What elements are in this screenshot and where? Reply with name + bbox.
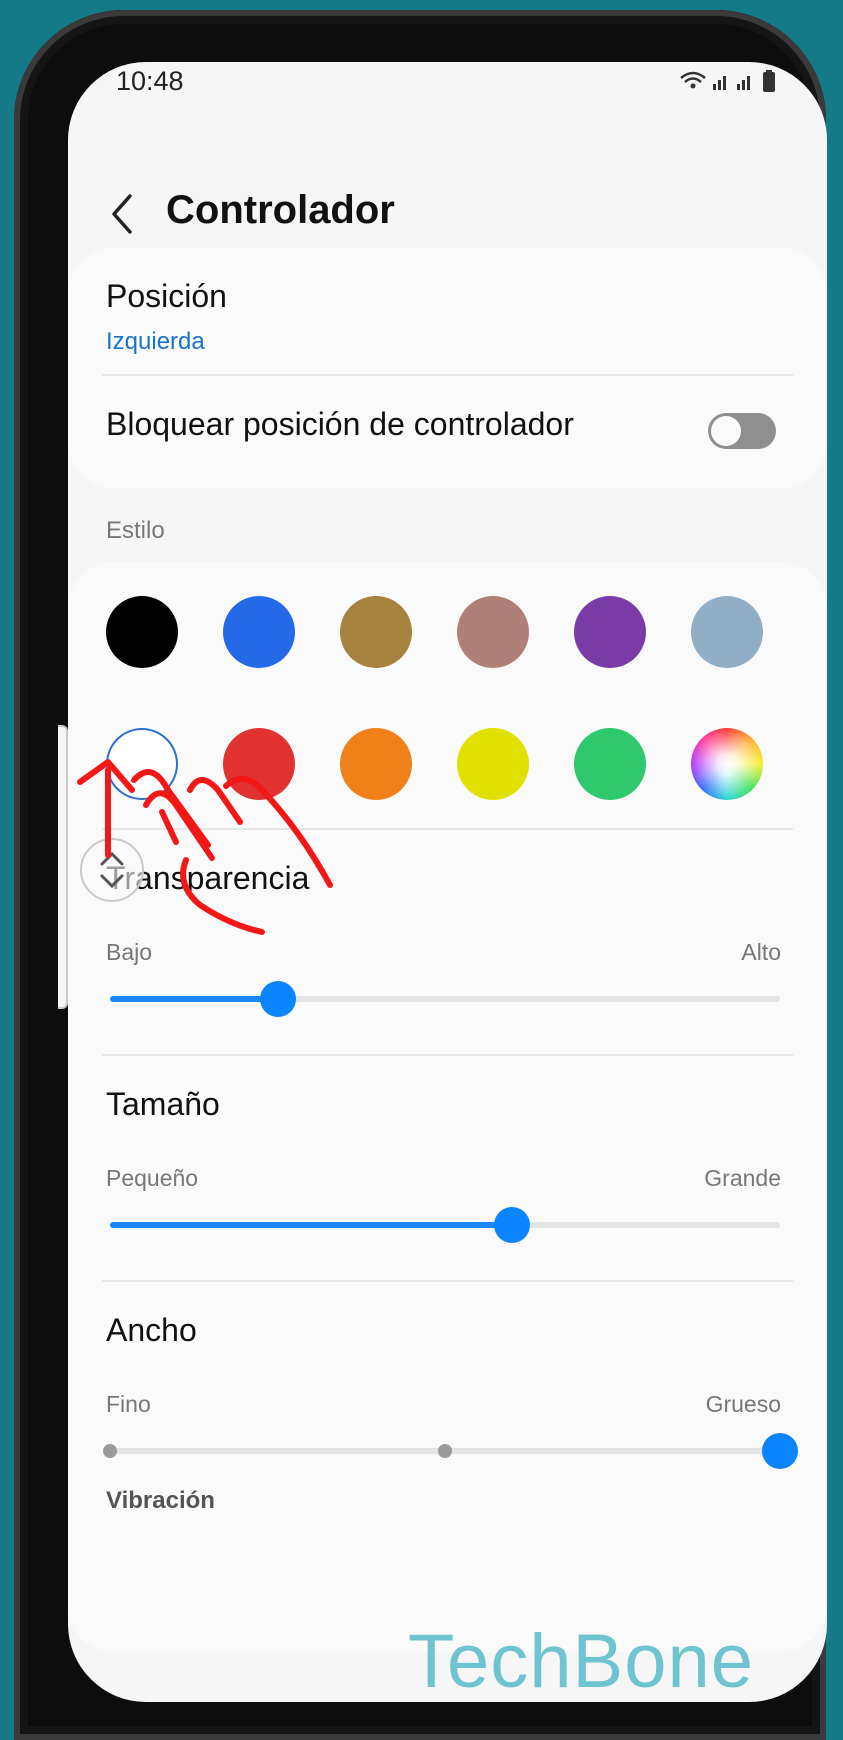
status-bar: 10:48 bbox=[68, 62, 827, 122]
transparency-max-label: Alto bbox=[741, 939, 781, 965]
wifi-signal-battery-icon bbox=[680, 70, 775, 92]
color-swatch-yellow[interactable] bbox=[457, 728, 529, 800]
size-slider-thumb[interactable] bbox=[494, 1207, 530, 1243]
page-title: Controlador bbox=[166, 188, 395, 232]
color-swatch-blue[interactable] bbox=[223, 596, 295, 668]
slider-fill bbox=[110, 1222, 512, 1228]
size-label: Tamaño bbox=[106, 1086, 220, 1122]
position-label: Posición bbox=[106, 278, 227, 314]
width-label: Ancho bbox=[106, 1312, 197, 1348]
chevron-left-icon bbox=[112, 194, 132, 234]
position-card: Posición Izquierda Bloquear posición de … bbox=[68, 248, 827, 488]
edge-handle-circle[interactable] bbox=[80, 838, 144, 902]
vibration-section-label: Vibración bbox=[106, 1487, 215, 1514]
slider-fill bbox=[110, 996, 278, 1002]
watermark-logo: TechBone bbox=[408, 1619, 755, 1704]
color-swatch-gray-blue[interactable] bbox=[691, 596, 763, 668]
color-swatch-red[interactable] bbox=[223, 728, 295, 800]
status-icons bbox=[679, 70, 783, 99]
size-slider[interactable] bbox=[110, 1207, 780, 1243]
color-swatch-dusty-rose[interactable] bbox=[457, 596, 529, 668]
back-button[interactable] bbox=[108, 192, 138, 236]
width-min-label: Fino bbox=[106, 1391, 151, 1417]
width-max-label: Grueso bbox=[705, 1391, 781, 1417]
status-time: 10:48 bbox=[116, 66, 184, 96]
header: Controlador bbox=[68, 152, 827, 252]
color-swatch-black[interactable] bbox=[106, 596, 178, 668]
slider-tick bbox=[103, 1444, 117, 1458]
divider bbox=[102, 1280, 793, 1282]
edge-handle-tab[interactable] bbox=[58, 725, 68, 1009]
color-swatch-white[interactable] bbox=[106, 728, 178, 800]
size-max-label: Grande bbox=[704, 1165, 781, 1191]
transparency-slider[interactable] bbox=[110, 981, 780, 1017]
lock-position-label: Bloquear posición de controlador bbox=[106, 406, 574, 442]
size-min-label: Pequeño bbox=[106, 1165, 199, 1191]
color-swatch-orange[interactable] bbox=[340, 728, 412, 800]
divider bbox=[102, 1054, 793, 1056]
width-slider-thumb[interactable] bbox=[762, 1433, 798, 1469]
toggle-knob bbox=[711, 416, 741, 446]
transparency-slider-thumb[interactable] bbox=[259, 981, 296, 1017]
color-swatch-purple[interactable] bbox=[574, 596, 646, 668]
position-value: Izquierda bbox=[106, 328, 205, 355]
screen: 10:48 Controlador Posición Izquierda Blo… bbox=[68, 62, 827, 1702]
width-slider[interactable] bbox=[103, 1433, 798, 1469]
transparency-min-label: Bajo bbox=[106, 939, 153, 965]
divider bbox=[102, 828, 793, 830]
color-swatch-ochre[interactable] bbox=[340, 596, 412, 668]
color-swatch-custom-wheel[interactable] bbox=[691, 728, 763, 800]
style-section-label: Estilo bbox=[106, 517, 165, 544]
lock-position-toggle[interactable] bbox=[708, 413, 776, 449]
color-swatch-green[interactable] bbox=[574, 728, 646, 800]
position-row[interactable]: Posición Izquierda bbox=[68, 248, 827, 374]
slider-tick bbox=[438, 1444, 452, 1458]
chevron-up-down-icon bbox=[100, 851, 124, 889]
